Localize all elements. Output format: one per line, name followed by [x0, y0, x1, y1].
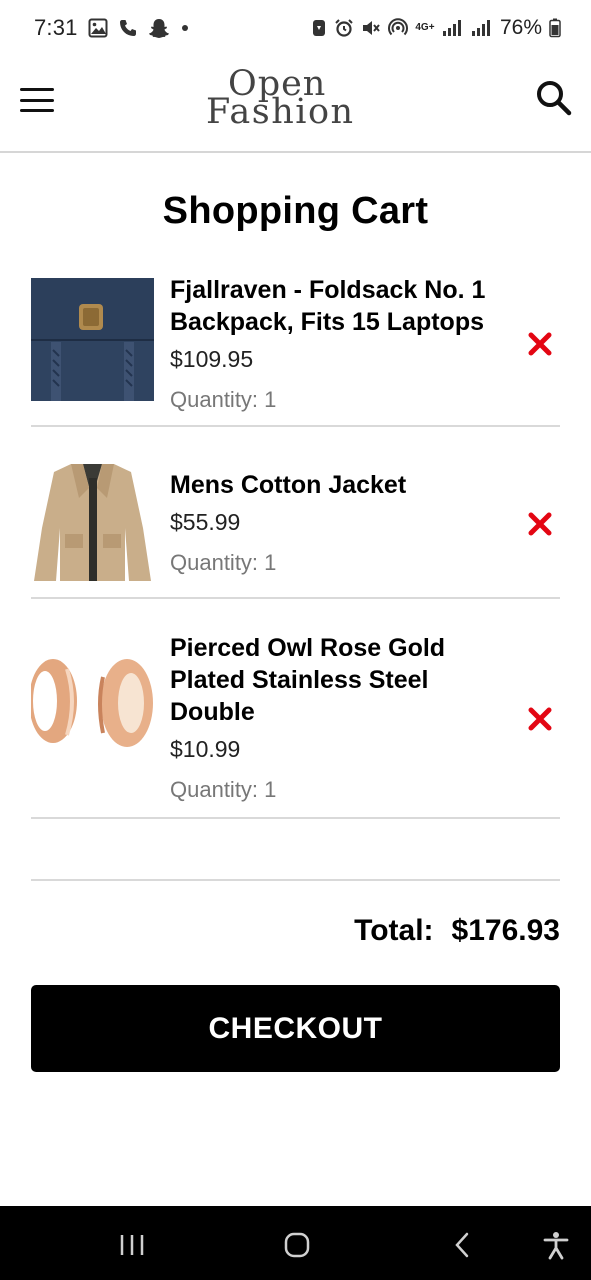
app-header: Open Fashion [0, 56, 591, 153]
cart-item: Fjallraven - Foldsack No. 1 Backpack, Fi… [31, 262, 560, 427]
product-image-rings[interactable] [31, 655, 154, 778]
signal-icon-2 [471, 19, 493, 37]
item-quantity: Quantity: 1 [170, 387, 510, 413]
checkout-button[interactable]: CHECKOUT [31, 985, 560, 1072]
item-price: $55.99 [170, 509, 241, 535]
product-image-backpack[interactable] [31, 278, 154, 401]
menu-icon[interactable] [18, 84, 56, 116]
logo[interactable]: Open Fashion [206, 64, 360, 136]
remove-icon[interactable] [528, 707, 552, 731]
quantity-label: Quantity: [170, 550, 259, 575]
divider [31, 879, 560, 881]
item-title[interactable]: Mens Cotton Jacket [170, 469, 510, 501]
recent-apps-icon[interactable] [117, 1230, 147, 1260]
snapchat-icon [148, 17, 170, 39]
alarm-icon [334, 18, 354, 38]
gallery-icon [88, 18, 108, 38]
item-title[interactable]: Fjallraven - Foldsack No. 1 Backpack, Fi… [170, 274, 510, 338]
item-price: $109.95 [170, 346, 254, 372]
item-title[interactable]: Pierced Owl Rose Gold Plated Stainless S… [170, 632, 510, 728]
quantity-value: 1 [264, 387, 277, 412]
menu-bar [20, 98, 54, 102]
status-bar: 7:31 4G+ 76% [0, 0, 591, 56]
home-icon[interactable] [282, 1230, 312, 1260]
battery-percent: 76% [499, 16, 542, 39]
cart-item: Pierced Owl Rose Gold Plated Stainless S… [31, 600, 560, 819]
item-price: $10.99 [170, 736, 241, 762]
data-saver-icon [311, 18, 327, 38]
item-quantity: Quantity: 1 [170, 777, 510, 803]
phone-icon [118, 18, 138, 38]
menu-bar [20, 88, 54, 91]
cart-item: Mens Cotton Jacket $55.99 Quantity: 1 [31, 428, 560, 599]
quantity-value: 1 [264, 550, 277, 575]
status-time: 7:31 [34, 15, 78, 40]
logo-line-2: Fashion [206, 92, 355, 132]
menu-bar [20, 109, 54, 112]
notification-dot-icon [180, 23, 190, 33]
network-type-label: 4G+ [415, 22, 435, 33]
product-image-jacket[interactable] [31, 458, 154, 581]
system-nav-bar [0, 1206, 591, 1280]
hotspot-icon [387, 18, 408, 38]
total-value: $176.93 [451, 914, 560, 947]
mute-icon [361, 18, 381, 38]
item-info: Pierced Owl Rose Gold Plated Stainless S… [170, 632, 510, 803]
item-quantity: Quantity: 1 [170, 550, 510, 576]
item-info: Mens Cotton Jacket $55.99 Quantity: 1 [170, 469, 510, 576]
search-icon[interactable] [534, 78, 574, 118]
accessibility-icon[interactable] [541, 1230, 571, 1260]
total-row: Total: $176.93 [354, 914, 560, 948]
quantity-value: 1 [264, 777, 277, 802]
remove-icon[interactable] [528, 332, 552, 356]
battery-icon [549, 18, 561, 38]
quantity-label: Quantity: [170, 777, 259, 802]
total-label: Total: [354, 914, 434, 947]
remove-icon[interactable] [528, 512, 552, 536]
signal-icon [442, 19, 464, 37]
page-title: Shopping Cart [162, 190, 429, 232]
item-info: Fjallraven - Foldsack No. 1 Backpack, Fi… [170, 274, 510, 413]
back-icon[interactable] [448, 1230, 478, 1260]
quantity-label: Quantity: [170, 387, 259, 412]
